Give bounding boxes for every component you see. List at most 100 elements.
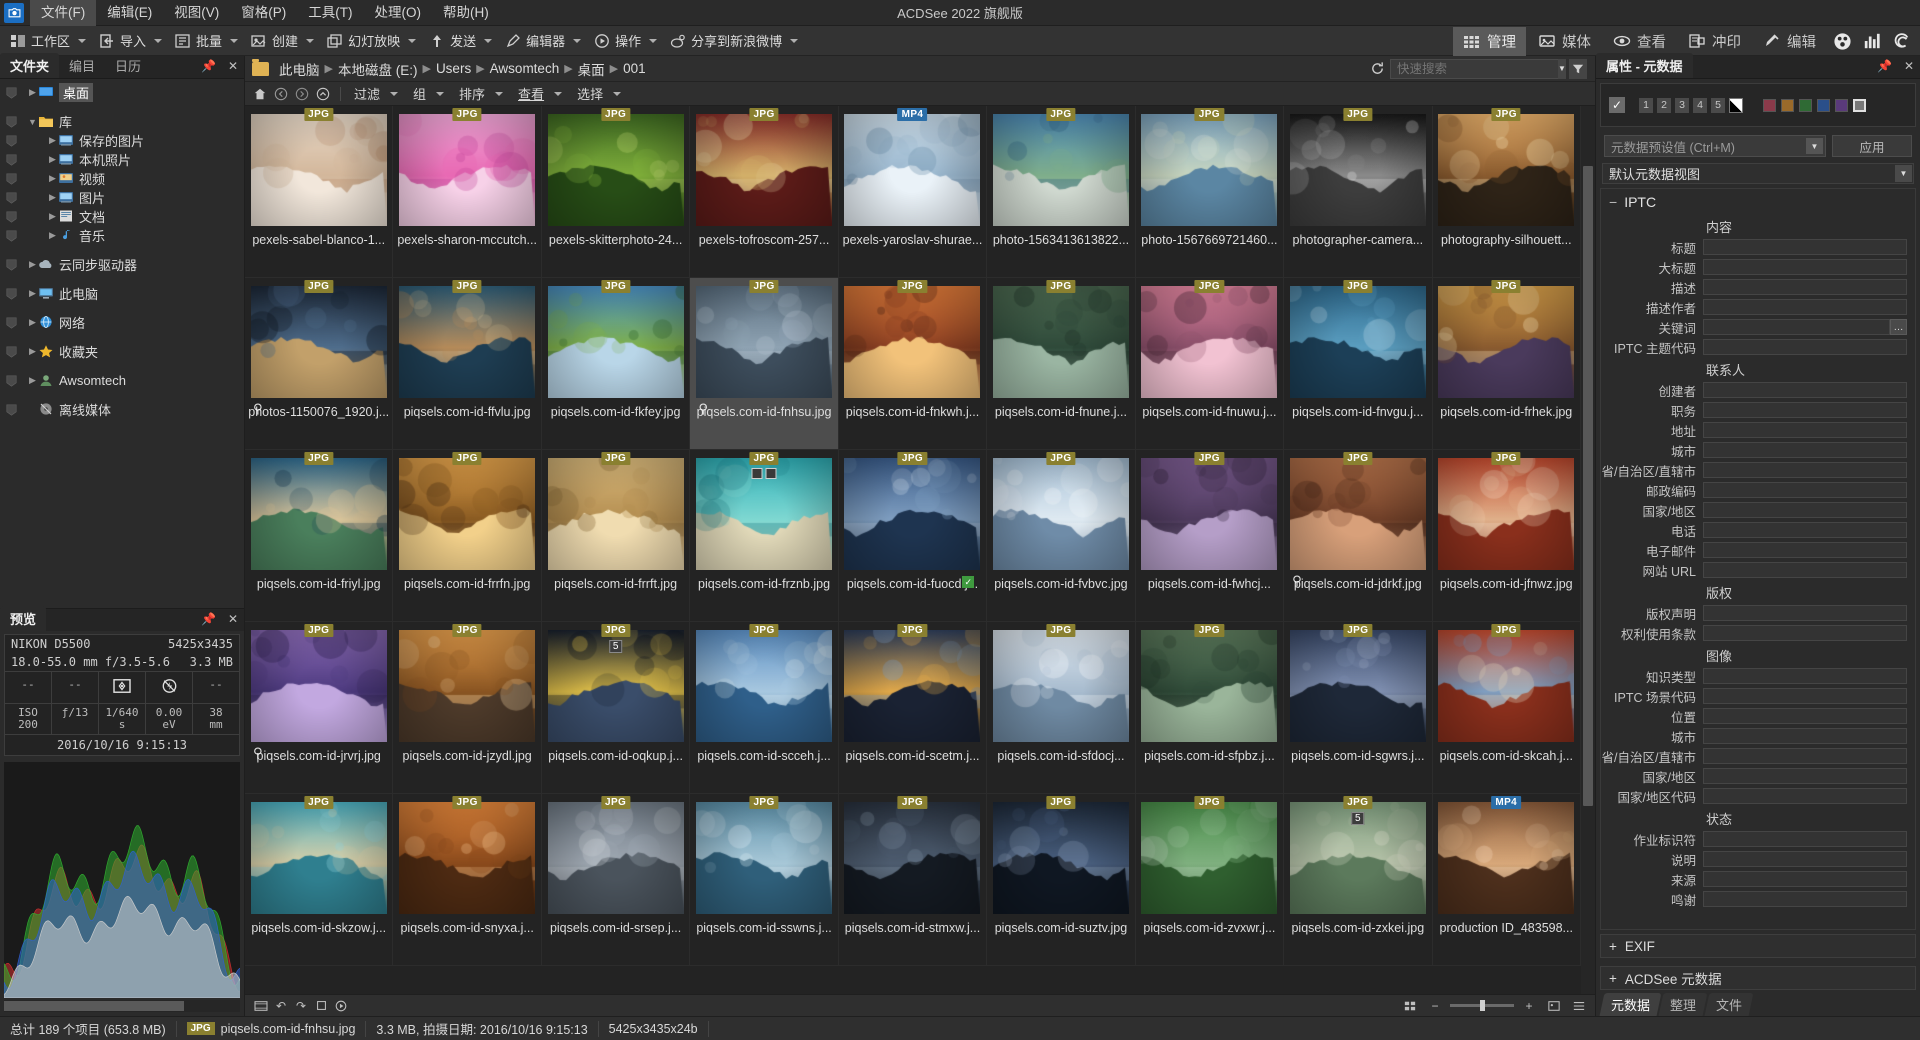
expander-icon[interactable]: ▶: [47, 211, 58, 222]
folder-tree-item-音乐[interactable]: ▶ 音乐: [0, 226, 244, 245]
menu-item-tools[interactable]: 工具(T): [297, 0, 363, 26]
zoom-in-icon[interactable]: +: [1519, 997, 1539, 1015]
toolbar-workspace-button[interactable]: 工作区: [4, 28, 76, 53]
rtab-file[interactable]: 文件: [1704, 993, 1754, 1016]
thumbnail-cell[interactable]: JPG ✓ piqsels.com-id-fuocd.j...: [838, 450, 988, 622]
folder-tree-item-桌面[interactable]: ▶ 桌面: [0, 83, 244, 102]
spiral-icon[interactable]: [1891, 30, 1913, 52]
search-dropdown-button[interactable]: ▼: [1558, 58, 1566, 79]
rtab-organize[interactable]: 整理: [1658, 993, 1708, 1016]
metadata-input-位置[interactable]: [1703, 708, 1907, 724]
section-exif[interactable]: + EXIF: [1600, 934, 1916, 958]
thumbnail-grid[interactable]: JPG pexels-sabel-blanco-1... JPG pexels-sha…: [245, 106, 1581, 994]
back-icon[interactable]: [272, 85, 290, 103]
thumbnail-cell[interactable]: JPG piqsels.com-id-jfnwz.jpg: [1432, 450, 1581, 622]
metadata-input-作业标识符[interactable]: [1703, 831, 1907, 847]
color-label-2[interactable]: [1799, 98, 1812, 112]
metadata-input-电话[interactable]: [1703, 522, 1907, 538]
expander-icon[interactable]: ▼: [27, 117, 38, 127]
tab-calendar[interactable]: 日历: [105, 53, 151, 78]
thumbnail-cell[interactable]: JPG piqsels.com-id-frrfn.jpg: [393, 450, 542, 622]
rating-1[interactable]: 1: [1639, 97, 1653, 113]
up-icon[interactable]: [314, 85, 332, 103]
filter-button[interactable]: 过滤: [349, 82, 385, 105]
actions-caret-icon[interactable]: [649, 38, 658, 43]
thumbnail-cell[interactable]: JPG piqsels.com-id-fkfey.jpg: [541, 278, 691, 450]
thumbnail-cell[interactable]: JPG piqsels.com-id-srsep.j...: [541, 794, 691, 966]
toolbar-import-button[interactable]: 导入: [93, 28, 152, 53]
expander-icon[interactable]: ▶: [47, 135, 58, 146]
select-caret-icon[interactable]: [613, 91, 622, 96]
thumbnail-cell[interactable]: JPG piqsels.com-id-fvbvc.jpg: [987, 450, 1136, 622]
tab-preview[interactable]: 预览: [0, 606, 47, 631]
tab-catalog[interactable]: 编目: [59, 53, 105, 78]
thumbnail-cell[interactable]: MP4 production ID_483598...: [1432, 794, 1581, 966]
chevron-down-icon[interactable]: ▼: [1895, 165, 1912, 182]
expander-icon[interactable]: ▶: [47, 192, 58, 203]
metadata-input-大标题[interactable]: [1703, 259, 1907, 275]
metadata-input-省/自治区/直辖市[interactable]: [1703, 462, 1907, 478]
color-label-3[interactable]: [1817, 98, 1830, 112]
thumbnail-cell[interactable]: JPG 5 piqsels.com-id-zxkei.jpg: [1284, 794, 1433, 966]
metadata-input-城市[interactable]: [1703, 442, 1907, 458]
menu-item-process[interactable]: 处理(O): [364, 0, 433, 26]
view-caret-icon[interactable]: [554, 91, 563, 96]
select-all-checkbox[interactable]: ✓: [1609, 97, 1625, 113]
expander-icon[interactable]: ▶: [27, 375, 38, 386]
thumbnail-cell[interactable]: JPG ⚲ piqsels.com-id-jrvrj.jpg: [245, 622, 394, 794]
keywords-browse-button[interactable]: …: [1890, 319, 1907, 335]
close-icon[interactable]: ✕: [1904, 59, 1914, 73]
forward-icon[interactable]: [293, 85, 311, 103]
mode-tab-print[interactable]: 冲印: [1678, 27, 1751, 56]
rating-5[interactable]: 5: [1711, 97, 1725, 113]
thumbnail-cell[interactable]: JPG piqsels.com-id-friyl.jpg: [245, 450, 394, 622]
folder-tree-item-库[interactable]: ▼ 库: [0, 112, 244, 131]
toolbar-send-button[interactable]: 发送: [423, 28, 482, 53]
folder-tree-item-离线媒体[interactable]: 离线媒体: [0, 400, 244, 419]
thumbnail-cell[interactable]: JPG piqsels.com-id-snyxa.j...: [393, 794, 542, 966]
redo-icon[interactable]: ↷: [291, 997, 311, 1015]
thumbnail-cell[interactable]: JPG pexels-sabel-blanco-1...: [245, 106, 394, 278]
thumbnail-cell[interactable]: JPG ⚲ photos-1150076_1920.j...: [245, 278, 394, 450]
mode-tab-media[interactable]: 媒体: [1528, 27, 1601, 56]
metadata-input-地址[interactable]: [1703, 422, 1907, 438]
metadata-input-说明[interactable]: [1703, 851, 1907, 867]
close-icon[interactable]: ✕: [228, 59, 238, 73]
thumbnail-cell[interactable]: JPG piqsels.com-id-fwhcj...: [1135, 450, 1285, 622]
metadata-input-城市[interactable]: [1703, 728, 1907, 744]
import-caret-icon[interactable]: [154, 38, 163, 43]
thumbnail-cell[interactable]: JPG piqsels.com-id-fnuwu.j...: [1135, 278, 1285, 450]
quick-search-box[interactable]: ▼: [1390, 58, 1566, 79]
folder-tree-item-Awsomtech[interactable]: ▶ Awsomtech: [0, 371, 244, 390]
breadcrumb-item-0[interactable]: 此电脑: [276, 58, 323, 80]
group-caret-icon[interactable]: [436, 91, 445, 96]
zoom-out-icon[interactable]: −: [1425, 997, 1445, 1015]
toolbar-create-button[interactable]: 创建: [245, 28, 304, 53]
metadata-input-省/自治区/直辖市[interactable]: [1703, 748, 1907, 764]
close-icon[interactable]: ✕: [228, 612, 238, 626]
expander-icon[interactable]: ▶: [27, 87, 38, 98]
thumbnail-cell[interactable]: JPG piqsels.com-id-frznb.jpg: [690, 450, 839, 622]
thumbnail-cell[interactable]: JPG piqsels.com-id-fnkwh.j...: [838, 278, 988, 450]
metadata-input-关键词[interactable]: [1703, 319, 1890, 335]
expander-icon[interactable]: ▶: [27, 288, 38, 299]
workspace-caret-icon[interactable]: [78, 38, 87, 43]
editor-caret-icon[interactable]: [573, 38, 582, 43]
thumbnail-cell[interactable]: JPG piqsels.com-id-fnvgu.j...: [1284, 278, 1433, 450]
batch-caret-icon[interactable]: [230, 38, 239, 43]
section-header-IPTC[interactable]: − IPTC: [1601, 189, 1915, 215]
chevron-down-icon[interactable]: ▼: [1806, 138, 1823, 154]
thumbnail-cell[interactable]: JPG piqsels.com-id-frhek.jpg: [1432, 278, 1581, 450]
thumbnail-cell[interactable]: JPG ⚲ piqsels.com-id-fnhsu.jpg: [690, 278, 839, 450]
metadata-input-标题[interactable]: [1703, 239, 1907, 255]
thumbnail-cell[interactable]: JPG pexels-skitterphoto-24...: [541, 106, 691, 278]
rating-3[interactable]: 3: [1675, 97, 1689, 113]
thumbnail-cell[interactable]: JPG piqsels.com-id-ffvlu.jpg: [393, 278, 542, 450]
color-label-row[interactable]: [1761, 98, 1866, 112]
toolbar-actions-button[interactable]: 操作: [588, 28, 647, 53]
thumbnail-cell[interactable]: JPG piqsels.com-id-frrft.jpg: [541, 450, 691, 622]
sort-button[interactable]: 排序: [454, 82, 490, 105]
breadcrumb[interactable]: 此电脑 ▶ 本地磁盘 (E:) ▶ Users ▶ Awsomtech ▶ 桌面 ▶ 001: [276, 58, 649, 80]
folder-tree-item-图片[interactable]: ▶ 图片: [0, 188, 244, 207]
undo-icon[interactable]: ↶: [271, 997, 291, 1015]
